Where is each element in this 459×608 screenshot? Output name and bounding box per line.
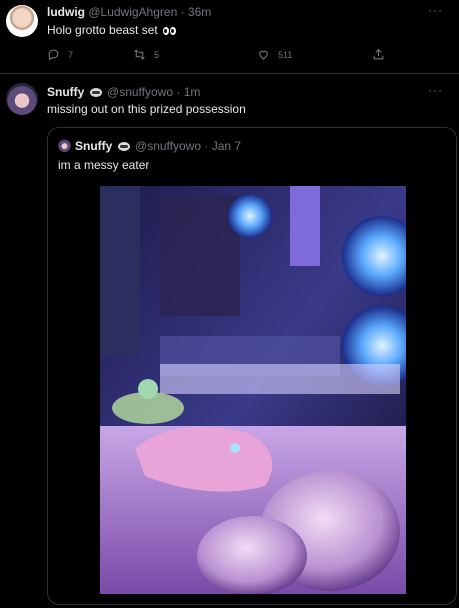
more-options-icon[interactable]: ··· (428, 83, 443, 97)
eyes-emoji-icon (163, 23, 177, 37)
reply-button[interactable]: 7 (47, 48, 73, 61)
reply-icon (48, 49, 59, 61)
display-name: Snuffy (75, 139, 113, 153)
like-button[interactable]: 511 (257, 48, 292, 61)
timestamp[interactable]: · 1m (176, 85, 200, 99)
display-name[interactable]: ludwig (47, 5, 85, 19)
like-count: 511 (278, 49, 293, 60)
display-name[interactable]: Snuffy (47, 85, 84, 99)
reply-count: 7 (68, 49, 74, 60)
tweet-actions: 7 5 511 (47, 48, 397, 64)
avatar[interactable] (6, 5, 38, 37)
pc-setup-photo (100, 186, 406, 594)
tweet-header: ludwig @LudwigAhgren · 36m (47, 5, 211, 19)
tweet-ludwig[interactable]: ludwig @LudwigAhgren · 36m ··· Holo grot… (0, 0, 459, 74)
share-icon (373, 48, 384, 60)
quoted-tweet[interactable]: Snuffy @snuffyowo · Jan 7 im a messy eat… (47, 127, 457, 605)
timestamp: · Jan 7 (204, 139, 242, 153)
tweet-header: Snuffy @snuffyowo · 1m (47, 85, 200, 99)
quote-header: Snuffy @snuffyowo · Jan 7 (75, 139, 241, 153)
handle[interactable]: @snuffyowo (107, 85, 173, 99)
retweet-button[interactable]: 5 (133, 48, 159, 61)
handle[interactable]: @LudwigAhgren (88, 5, 177, 19)
attached-photo[interactable] (100, 186, 406, 594)
avatar[interactable] (58, 139, 71, 152)
tweet-text: Holo grotto beast set (47, 23, 177, 37)
avatar[interactable] (6, 83, 38, 115)
retweet-icon (134, 49, 145, 60)
heart-icon (259, 50, 268, 60)
handle: @snuffyowo (135, 139, 202, 153)
retweet-count: 5 (154, 49, 160, 60)
more-options-icon[interactable]: ··· (428, 3, 443, 17)
timestamp[interactable]: · 36m (181, 5, 212, 19)
raccoon-emoji-icon (117, 142, 130, 151)
tweet-text: missing out on this prized possession (47, 102, 246, 116)
quote-text: im a messy eater (58, 158, 150, 172)
share-button[interactable] (372, 48, 385, 61)
raccoon-emoji-icon (89, 88, 102, 97)
